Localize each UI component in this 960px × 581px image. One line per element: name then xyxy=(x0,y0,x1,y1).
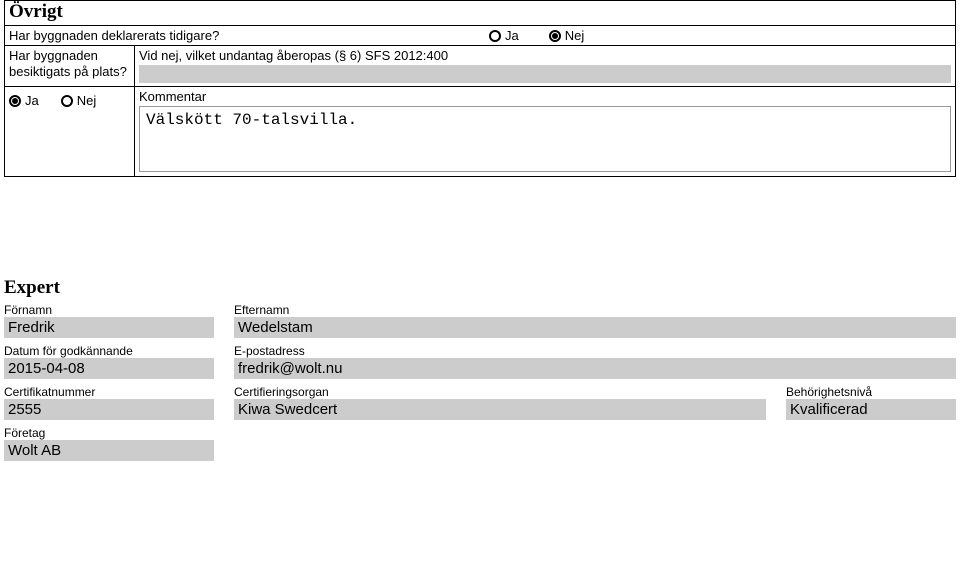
certorg-label: Certifieringsorgan xyxy=(234,385,766,399)
field-fornamn: Förnamn Fredrik xyxy=(4,303,214,338)
radio-icon xyxy=(549,30,561,42)
q2-right-label: Vid nej, vilket undantag åberopas (§ 6) … xyxy=(135,46,955,63)
row3-radio-yes[interactable]: Ja xyxy=(9,93,39,108)
field-certorg: Certifieringsorgan Kiwa Swedcert xyxy=(234,385,766,420)
radio-icon xyxy=(9,95,21,107)
foretag-label: Företag xyxy=(4,426,214,440)
q1-radio-group: Ja Nej xyxy=(489,28,584,43)
q1-no-label: Nej xyxy=(565,28,585,43)
q2-input[interactable] xyxy=(139,65,951,83)
behor-value[interactable]: Kvalificerad xyxy=(786,399,956,420)
certnum-label: Certifikatnummer xyxy=(4,385,214,399)
row3-right: Kommentar Välskött 70-talsvilla. xyxy=(135,87,955,176)
efternamn-value[interactable]: Wedelstam xyxy=(234,317,956,338)
behor-label: Behörighetsnivå xyxy=(786,385,956,399)
q2-right: Vid nej, vilket undantag åberopas (§ 6) … xyxy=(135,46,955,86)
certnum-value[interactable]: 2555 xyxy=(4,399,214,420)
radio-icon xyxy=(61,95,73,107)
foretag-value[interactable]: Wolt AB xyxy=(4,440,214,461)
expert-row-1: Förnamn Fredrik Efternamn Wedelstam xyxy=(4,303,956,338)
expert-row-2: Datum för godkännande 2015-04-08 E-posta… xyxy=(4,344,956,379)
epost-value[interactable]: fredrik@wolt.nu xyxy=(234,358,956,379)
fornamn-label: Förnamn xyxy=(4,303,214,317)
q1-radio-no[interactable]: Nej xyxy=(549,28,585,43)
q1-radio-yes[interactable]: Ja xyxy=(489,28,519,43)
expert-row-3: Certifikatnummer 2555 Certifieringsorgan… xyxy=(4,385,956,420)
field-foretag: Företag Wolt AB xyxy=(4,426,214,461)
epost-label: E-postadress xyxy=(234,344,956,358)
q2-left-text: Har byggnaden besiktigats på plats? xyxy=(5,46,135,86)
datum-label: Datum för godkännande xyxy=(4,344,214,358)
section-ovrigt: Övrigt Har byggnaden deklarerats tidigar… xyxy=(4,0,956,177)
q2-row: Har byggnaden besiktigats på plats? Vid … xyxy=(5,46,955,86)
comment-label: Kommentar xyxy=(139,89,951,104)
field-datum: Datum för godkännande 2015-04-08 xyxy=(4,344,214,379)
section-heading-expert: Expert xyxy=(4,277,956,299)
field-certnum: Certifikatnummer 2555 xyxy=(4,385,214,420)
row3: Ja Nej Kommentar Välskött 70-talsvilla. xyxy=(5,86,955,176)
q1-yes-label: Ja xyxy=(505,28,519,43)
comment-input[interactable]: Välskött 70-talsvilla. xyxy=(139,106,951,172)
datum-value[interactable]: 2015-04-08 xyxy=(4,358,214,379)
efternamn-label: Efternamn xyxy=(234,303,956,317)
row3-yes-label: Ja xyxy=(25,93,39,108)
certorg-value[interactable]: Kiwa Swedcert xyxy=(234,399,766,420)
row3-radio-no[interactable]: Nej xyxy=(61,93,97,108)
expert-row-4: Företag Wolt AB xyxy=(4,426,956,461)
q1-text: Har byggnaden deklarerats tidigare? xyxy=(9,28,489,43)
radio-icon xyxy=(489,30,501,42)
field-behor: Behörighetsnivå Kvalificerad xyxy=(786,385,956,420)
field-epost: E-postadress fredrik@wolt.nu xyxy=(234,344,956,379)
row3-radio-group: Ja Nej xyxy=(5,87,135,176)
fornamn-value[interactable]: Fredrik xyxy=(4,317,214,338)
q1-row: Har byggnaden deklarerats tidigare? Ja N… xyxy=(5,26,955,46)
section-heading-ovrigt: Övrigt xyxy=(5,1,955,26)
field-efternamn: Efternamn Wedelstam xyxy=(234,303,956,338)
row3-no-label: Nej xyxy=(77,93,97,108)
